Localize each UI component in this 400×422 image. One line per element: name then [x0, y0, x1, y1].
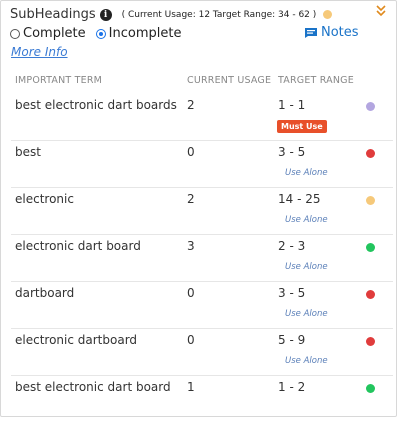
column-header-range: TARGET RANGE: [278, 75, 354, 86]
status-dot: [366, 102, 375, 111]
complete-radio-label[interactable]: Complete: [23, 26, 86, 41]
status-dot: [366, 384, 375, 393]
chevron-double-down-icon: [376, 5, 386, 17]
table-row: dartboard 0 3 - 5 Use Alone: [11, 281, 393, 329]
status-dot: [366, 243, 375, 252]
incomplete-radio[interactable]: [95, 28, 106, 39]
current-usage-cell: 0: [187, 145, 195, 159]
notes-label: Notes: [321, 25, 359, 40]
incomplete-radio-label[interactable]: Incomplete: [109, 26, 182, 41]
use-alone-note: Use Alone: [285, 356, 328, 366]
term-cell: dartboard: [15, 286, 75, 300]
table-row: best electronic dart boards 2 1 - 1 Must Us…: [11, 93, 393, 141]
term-cell: best electronic dart boards: [15, 98, 177, 112]
table-row: best electronic dart board 1 1 - 2: [11, 375, 393, 422]
table-row: best 0 3 - 5 Use Alone: [11, 140, 393, 188]
current-usage-cell: 0: [187, 333, 195, 347]
term-cell: best: [15, 145, 41, 159]
target-range-cell: 14 - 25: [278, 192, 321, 206]
current-usage-cell: 1: [187, 380, 195, 394]
target-range-cell: 2 - 3: [278, 239, 306, 253]
current-usage-cell: 2: [187, 192, 195, 206]
more-info-link[interactable]: More Info: [11, 45, 68, 59]
target-range-cell: 1 - 2: [278, 380, 306, 394]
usage-summary: ( Current Usage: 12 Target Range: 34 - 6…: [121, 9, 317, 20]
table-row: electronic 2 14 - 25 Use Alone: [11, 187, 393, 235]
info-icon[interactable]: i: [99, 8, 112, 21]
completion-filter: Complete Incomplete: [10, 26, 191, 41]
current-usage-cell: 0: [187, 286, 195, 300]
status-dot: [366, 149, 375, 158]
term-cell: electronic: [15, 192, 74, 206]
panel-header: SubHeadings i ( Current Usage: 12 Target…: [10, 7, 316, 22]
use-alone-note: Use Alone: [285, 309, 328, 319]
current-usage-cell: 3: [187, 239, 195, 253]
use-alone-note: Use Alone: [285, 168, 328, 178]
must-use-badge: Must Use: [277, 120, 327, 133]
panel-title: SubHeadings: [10, 7, 96, 22]
current-usage-cell: 2: [187, 98, 195, 112]
notes-icon: [305, 27, 317, 38]
term-cell: electronic dart board: [15, 239, 141, 253]
subheadings-panel: SubHeadings i ( Current Usage: 12 Target…: [0, 0, 397, 417]
column-header-term: IMPORTANT TERM: [15, 75, 103, 86]
status-dot: [366, 290, 375, 299]
complete-radio[interactable]: [10, 28, 20, 39]
table-row: electronic dartboard 0 5 - 9 Use Alone: [11, 328, 393, 376]
term-cell: electronic dartboard: [15, 333, 138, 347]
notes-button[interactable]: Notes: [304, 25, 359, 40]
target-range-cell: 3 - 5: [278, 145, 306, 159]
header-status-dot: [323, 10, 332, 19]
collapse-button[interactable]: [372, 4, 390, 22]
use-alone-note: Use Alone: [285, 262, 328, 272]
status-dot: [366, 337, 375, 346]
target-range-cell: 5 - 9: [278, 333, 306, 347]
target-range-cell: 1 - 1: [278, 98, 306, 112]
status-dot: [366, 196, 375, 205]
term-cell: best electronic dart board: [15, 380, 171, 394]
target-range-cell: 3 - 5: [278, 286, 306, 300]
table-row: electronic dart board 3 2 - 3 Use Alone: [11, 234, 393, 282]
column-header-usage: CURRENT USAGE: [187, 75, 272, 86]
use-alone-note: Use Alone: [285, 215, 328, 225]
